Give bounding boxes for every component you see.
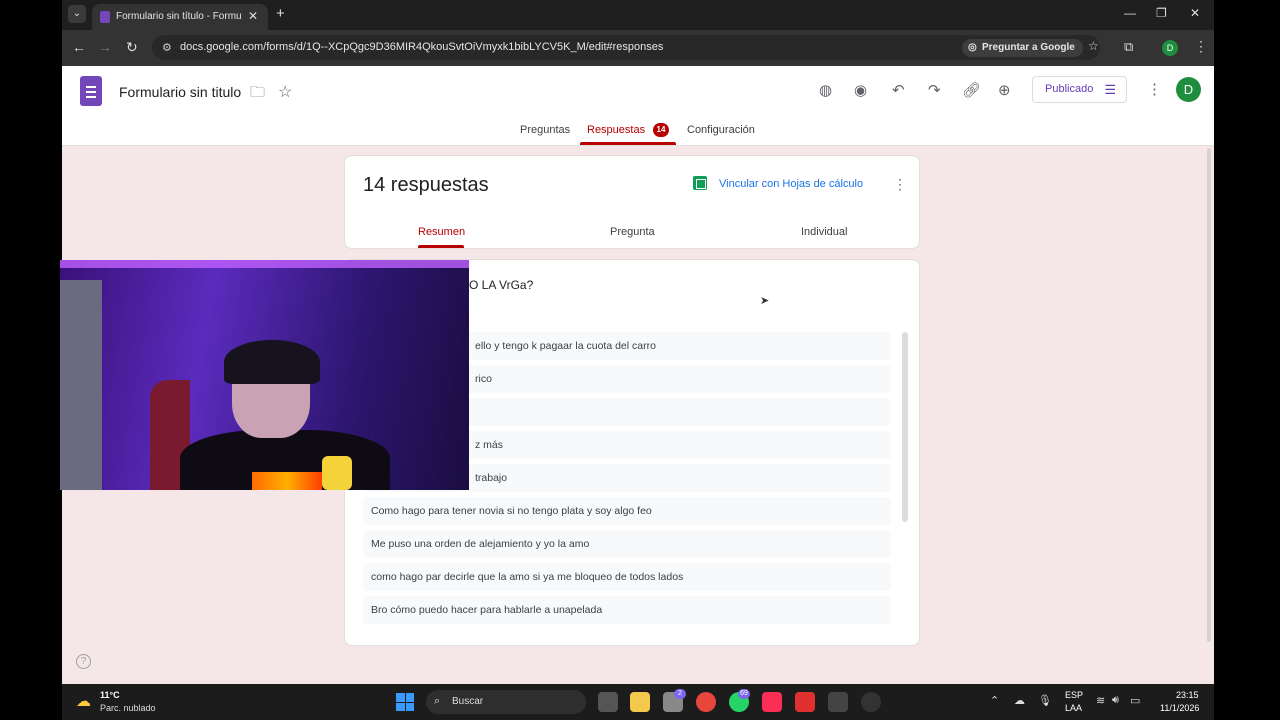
more-options-icon[interactable]: ⋮ [1147,80,1162,98]
minimize-icon[interactable]: — [1124,6,1136,20]
extensions-icon[interactable]: ⧉ [1124,39,1133,55]
published-label: Publicado [1045,83,1094,95]
task-view-icon[interactable] [598,692,618,712]
start-icon[interactable] [396,693,414,711]
url-text[interactable]: docs.google.com/forms/d/1Q--XCpQgc9D36MI… [180,41,663,53]
close-tab-icon[interactable]: ✕ [248,9,258,23]
link-icon[interactable]: 🔗︎ [962,81,981,99]
windows-taskbar: ☁ 11°C Parc. nublado ⌕ Buscar 2 69 ⌃ ☁ 🎙… [62,684,1214,720]
help-icon[interactable]: ? [76,654,91,669]
chrome-menu-icon[interactable]: ⋮ [1194,38,1208,55]
volume-icon[interactable]: 🔊︎ [1112,694,1119,707]
preview-eye-icon[interactable]: ◉ [854,81,867,99]
flame-print [252,472,322,490]
screen: ⌄ Formulario sin título - Formular ✕ + —… [0,0,1280,720]
star-icon[interactable]: ☆ [278,82,292,102]
active-tab-indicator [580,142,676,145]
file-explorer-icon[interactable] [630,692,650,712]
undo-icon[interactable]: ↶ [892,81,905,99]
address-toolbar: ← → ↻ ⚙ docs.google.com/forms/d/1Q--XCpQ… [62,30,1214,66]
forms-logo-icon[interactable] [80,76,102,106]
add-collaborator-icon[interactable]: ⊕ [998,81,1011,99]
subtab-individual[interactable]: Individual [801,226,847,238]
browser-tab[interactable]: Formulario sin título - Formular ✕ [92,4,268,30]
tune-icon: ☰ [1104,82,1116,97]
webcam-overlay [60,260,469,490]
background-fridge [60,280,102,490]
streamer-cap [224,340,320,384]
close-window-icon[interactable]: ✕ [1190,6,1200,20]
wifi-icon[interactable]: ≋ [1096,694,1105,707]
active-subtab-indicator [418,245,464,248]
keyboard-layout[interactable]: LAA [1065,703,1082,713]
desk-lamp [322,456,352,490]
responses-menu-icon[interactable]: ⋮ [893,176,907,193]
ask-google-label: Preguntar a Google [982,42,1075,53]
tab-strip: ⌄ Formulario sin título - Formular ✕ + —… [62,0,1214,30]
responses-count-badge: 14 [653,123,669,137]
answer-item: como hago par decirle que la amo si ya m… [363,563,891,591]
clock-time[interactable]: 23:15 [1176,690,1199,700]
sheets-icon[interactable] [693,176,707,190]
reload-icon[interactable]: ↻ [126,39,138,56]
responses-summary-card: 14 respuestas Vincular con Hojas de cálc… [344,155,920,249]
redo-icon[interactable]: ↷ [928,81,941,99]
folder-icon[interactable]: 🗀 [250,82,265,107]
led-strip [60,260,469,268]
weather-condition[interactable]: Parc. nublado [100,703,156,713]
question-title: O LA VrGa? [469,278,534,292]
tray-chevron-icon[interactable]: ⌃ [990,694,999,707]
omnibox[interactable]: ⚙ docs.google.com/forms/d/1Q--XCpQgc9D36… [152,35,1100,60]
tab-preguntas[interactable]: Preguntas [520,124,570,136]
weather-temperature[interactable]: 11°C [100,690,120,700]
answer-item: Bro cómo puedo hacer para hablarle a una… [363,596,891,624]
forms-favicon-icon [100,11,110,23]
search-label: Buscar [452,696,484,707]
music-icon[interactable] [762,692,782,712]
media-app-icon[interactable] [795,692,815,712]
chrome-icon[interactable] [696,692,716,712]
link-sheets-button[interactable]: Vincular con Hojas de cálculo [719,178,863,190]
page-scrollbar[interactable] [1207,148,1211,642]
tab-search-icon[interactable]: ⌄ [68,5,86,23]
bookmark-star-icon[interactable]: ☆ [1088,39,1099,53]
search-icon: ⌕ [434,695,441,707]
answer-item: Me puso una orden de alejamiento y yo la… [363,530,891,558]
language-indicator[interactable]: ESP [1065,690,1083,700]
app-icon[interactable] [861,692,881,712]
palette-icon[interactable]: ◍ [819,81,832,99]
profile-avatar[interactable]: D [1162,40,1178,56]
weather-icon[interactable]: ☁ [76,692,91,710]
published-button[interactable]: Publicado ☰ [1032,76,1127,103]
taskbar-search[interactable]: ⌕ Buscar [426,690,586,714]
tab-configuracion[interactable]: Configuración [687,124,755,136]
clock-date[interactable]: 11/1/2026 [1160,703,1199,713]
new-tab-icon[interactable]: + [276,5,285,22]
restore-icon[interactable]: ❐ [1156,6,1167,20]
whatsapp-badge: 69 [738,689,750,699]
form-title[interactable]: Formulario sin titulo [119,84,241,100]
store-badge: 2 [674,689,686,699]
site-info-icon[interactable]: ⚙ [162,41,172,54]
tab-respuestas[interactable]: Respuestas [587,124,645,136]
microphone-icon[interactable]: 🎙︎ [1038,694,1052,707]
tab-title: Formulario sin título - Formular [116,11,242,22]
responses-count: 14 respuestas [363,174,489,196]
account-avatar[interactable]: D [1176,77,1201,102]
subtab-resumen[interactable]: Resumen [418,226,465,238]
onedrive-icon[interactable]: ☁ [1014,694,1025,707]
answers-scrollbar[interactable] [902,332,908,522]
forms-header: Formulario sin titulo 🗀 ☆ ◍ ◉ ↶ ↷ 🔗︎ ⊕ P… [62,66,1214,146]
ask-google-button[interactable]: ◎ Preguntar a Google [962,39,1083,57]
battery-icon[interactable]: ▭ [1130,694,1140,707]
answer-item: Como hago para tener novia si no tengo p… [363,497,891,525]
back-icon[interactable]: ← [72,39,86,55]
mouse-cursor-icon: ➤ [760,295,770,307]
obs-icon[interactable] [828,692,848,712]
subtab-pregunta[interactable]: Pregunta [610,226,655,238]
forward-icon[interactable]: → [98,39,112,55]
lens-icon: ◎ [968,42,977,53]
